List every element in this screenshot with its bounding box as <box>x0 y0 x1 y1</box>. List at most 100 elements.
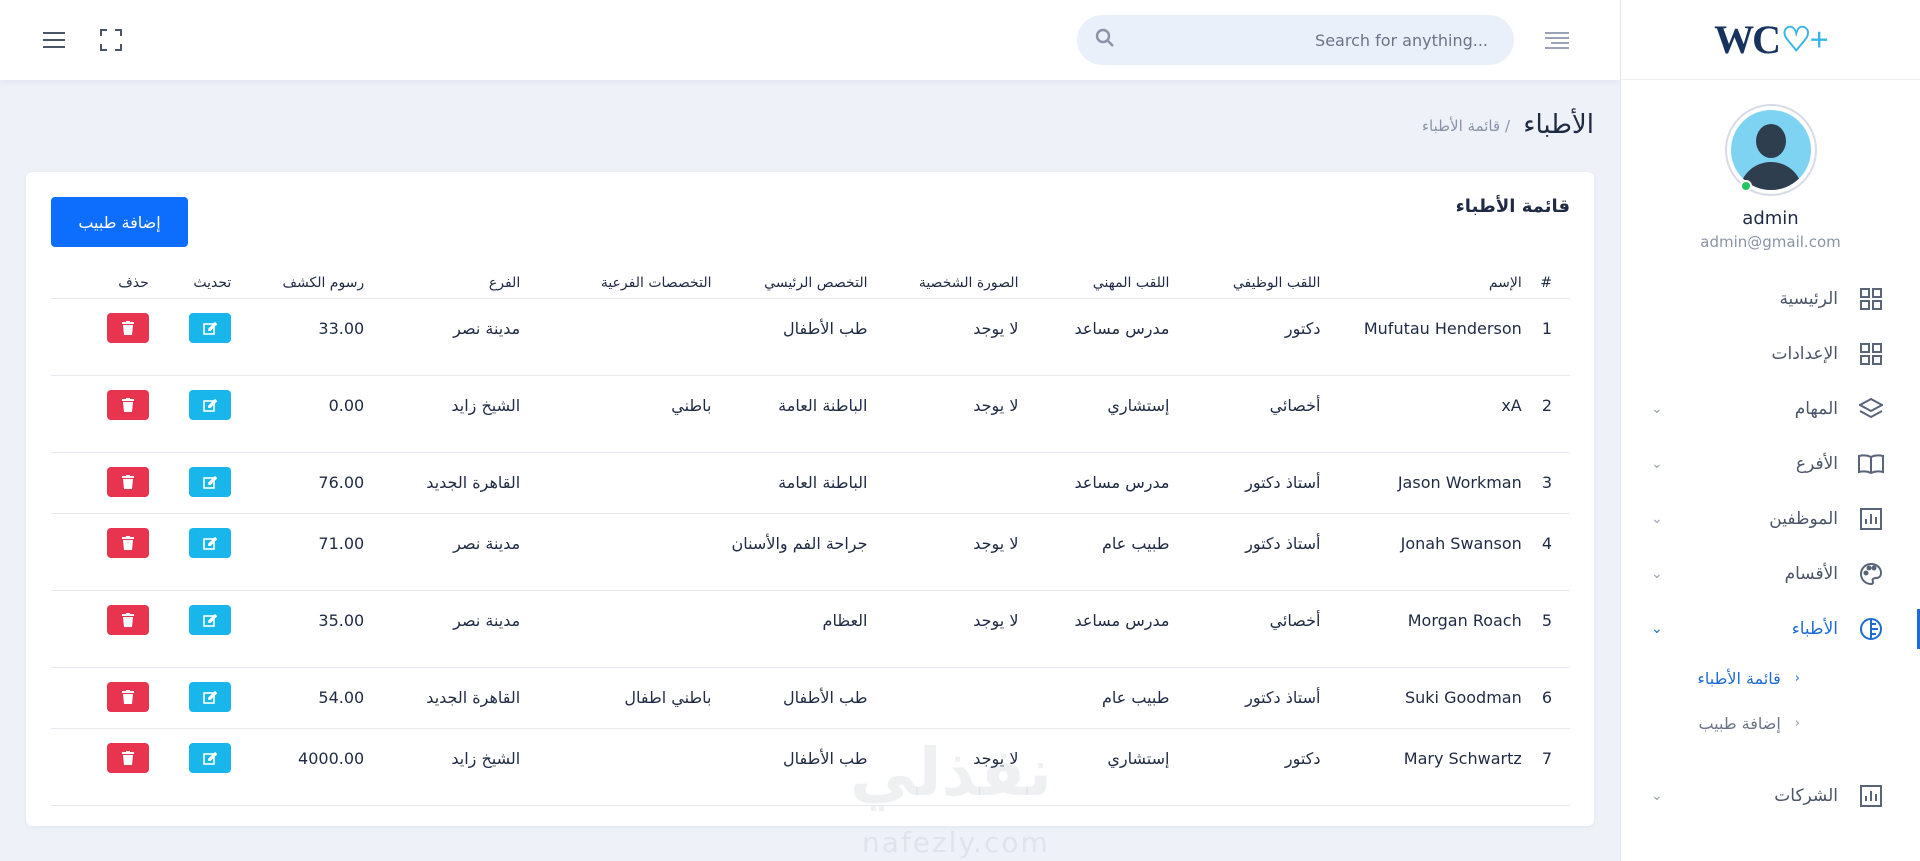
chevron-down-icon: ⌄ <box>1651 510 1663 527</box>
cell-professional-title: طبيب عام <box>1026 667 1178 729</box>
cell-sub-specialties <box>528 728 720 806</box>
col-header-job-title: اللقب الوظيفي <box>1177 268 1329 299</box>
sidebar-item-employees[interactable]: الموظفين ⌄ <box>1621 491 1920 546</box>
trash-icon <box>121 535 134 550</box>
cell-sub-specialties <box>528 513 720 591</box>
delete-button[interactable] <box>106 389 149 420</box>
sidebar-item-home[interactable]: الرئيسية <box>1621 271 1920 326</box>
table-row: 5 Morgan Roach أخصائي مدرس مساعد لا يوجد العظ… <box>51 590 1570 668</box>
cell-fee: 71.00 <box>239 513 373 591</box>
cell-delete <box>51 513 157 591</box>
cell-update <box>156 590 240 668</box>
cell-fee: 35.00 <box>239 590 373 668</box>
breadcrumb[interactable]: / قائمة الأطباء <box>1422 117 1510 135</box>
search-icon[interactable] <box>1095 28 1115 53</box>
chevron-left-icon: ‹ <box>1794 671 1800 686</box>
delete-button[interactable] <box>106 312 149 343</box>
edit-button[interactable] <box>189 604 232 635</box>
cell-photo: لا يوجد <box>875 590 1027 668</box>
cell-sub-specialties: باطني اطفال <box>528 667 720 729</box>
cell-update <box>156 298 240 376</box>
cell-name: Jonah Swanson <box>1328 513 1530 591</box>
chevron-down-icon: ⌄ <box>1651 620 1663 637</box>
sidebar-item-departments[interactable]: الأقسام ⌄ <box>1621 546 1920 601</box>
edit-button[interactable] <box>189 312 232 343</box>
edit-button[interactable] <box>189 466 232 497</box>
cell-number: 7 <box>1529 728 1570 806</box>
trash-icon <box>121 612 134 627</box>
sidebar-item-tasks[interactable]: المهام ⌄ <box>1621 381 1920 436</box>
settings-grid-icon <box>1858 341 1884 367</box>
cell-update <box>156 728 240 806</box>
cell-fee: 4000.00 <box>239 728 373 806</box>
trash-icon <box>121 474 134 489</box>
trash-icon <box>121 689 134 704</box>
cell-photo <box>875 667 1027 729</box>
avatar[interactable] <box>1726 106 1815 194</box>
cell-job-title: أخصائي <box>1177 375 1329 453</box>
table-row: 3 Jason Workman أستاذ دكتور مدرس مساعد الباط… <box>51 452 1570 514</box>
edit-button[interactable] <box>189 681 232 712</box>
trash-icon <box>121 320 134 335</box>
table-row: 4 Jonah Swanson أستاذ دكتور طبيب عام لا يوجد… <box>51 513 1570 591</box>
cell-fee: 33.00 <box>239 298 373 376</box>
table-row: 6 Suki Goodman أستاذ دكتور طبيب عام طب الأطف… <box>51 667 1570 729</box>
cell-number: 5 <box>1529 590 1570 668</box>
edit-icon <box>203 613 218 627</box>
cell-photo: لا يوجد <box>875 375 1027 453</box>
table-row: 2 xA أخصائي إستشاري لا يوجد الباطنة العامة باط… <box>51 375 1570 453</box>
online-status-dot <box>1739 180 1752 192</box>
cell-number: 6 <box>1529 667 1570 729</box>
add-doctor-button[interactable]: إضافة طبيب <box>51 197 188 247</box>
search-input[interactable] <box>1135 30 1488 50</box>
cell-main-specialty: العظام <box>719 590 876 668</box>
heart-plus-icon: ♡+ <box>1781 21 1829 59</box>
brand-logo[interactable]: WC ♡+ <box>1714 16 1829 63</box>
hamburger-menu-icon[interactable] <box>38 24 70 56</box>
bar-chart-icon <box>1858 506 1884 532</box>
delete-button[interactable] <box>106 681 149 712</box>
delete-button[interactable] <box>106 466 149 497</box>
watermark-logo: نفذلي <box>850 734 1052 811</box>
text-align-icon[interactable] <box>1541 24 1573 56</box>
delete-button[interactable] <box>106 604 149 635</box>
delete-button[interactable] <box>106 527 149 558</box>
edit-button[interactable] <box>189 742 232 773</box>
cell-main-specialty: الباطنة العامة <box>719 452 876 514</box>
fullscreen-icon[interactable] <box>95 24 127 56</box>
cell-number: 4 <box>1529 513 1570 591</box>
doctors-table: # الإسم اللقب الوظيفي اللقب المهني الصور… <box>51 268 1570 806</box>
col-header-name: الإسم <box>1328 268 1530 299</box>
sidebar: WC ♡+ admin admin@gmail.com الرئيسية الإع… <box>1620 0 1920 861</box>
logo-bar: WC ♡+ <box>1621 0 1920 80</box>
cell-delete <box>51 298 157 376</box>
trash-icon <box>121 397 134 412</box>
edit-button[interactable] <box>189 389 232 420</box>
delete-button[interactable] <box>106 742 149 773</box>
cell-number: 3 <box>1529 452 1570 514</box>
edit-icon <box>203 751 218 765</box>
submenu-item-doctors-list[interactable]: ‹ قائمة الأطباء <box>1621 656 1920 701</box>
cell-number: 2 <box>1529 375 1570 453</box>
cell-delete <box>51 590 157 668</box>
sidebar-item-settings[interactable]: الإعدادات <box>1621 326 1920 381</box>
cell-job-title: دكتور <box>1177 728 1329 806</box>
cell-delete <box>51 375 157 453</box>
cell-name: Jason Workman <box>1328 452 1530 514</box>
submenu-item-add-doctor[interactable]: ‹ إضافة طبيب <box>1621 701 1920 746</box>
col-header-professional-title: اللقب المهني <box>1026 268 1178 299</box>
cell-name: Morgan Roach <box>1328 590 1530 668</box>
edit-icon <box>203 690 218 704</box>
edit-button[interactable] <box>189 527 232 558</box>
cell-sub-specialties <box>528 298 720 376</box>
cell-photo: لا يوجد <box>875 298 1027 376</box>
chevron-left-icon: ‹ <box>1794 716 1800 731</box>
sidebar-item-branches[interactable]: الأفرع ⌄ <box>1621 436 1920 491</box>
cell-number: 1 <box>1529 298 1570 376</box>
sidebar-item-doctors[interactable]: الأطباء ⌄ <box>1621 601 1920 656</box>
cell-professional-title: إستشاري <box>1026 375 1178 453</box>
cell-professional-title: مدرس مساعد <box>1026 590 1178 668</box>
cell-name: Mufutau Henderson <box>1328 298 1530 376</box>
cell-delete <box>51 667 157 729</box>
sidebar-item-companies[interactable]: الشركات ⌄ <box>1621 768 1920 823</box>
